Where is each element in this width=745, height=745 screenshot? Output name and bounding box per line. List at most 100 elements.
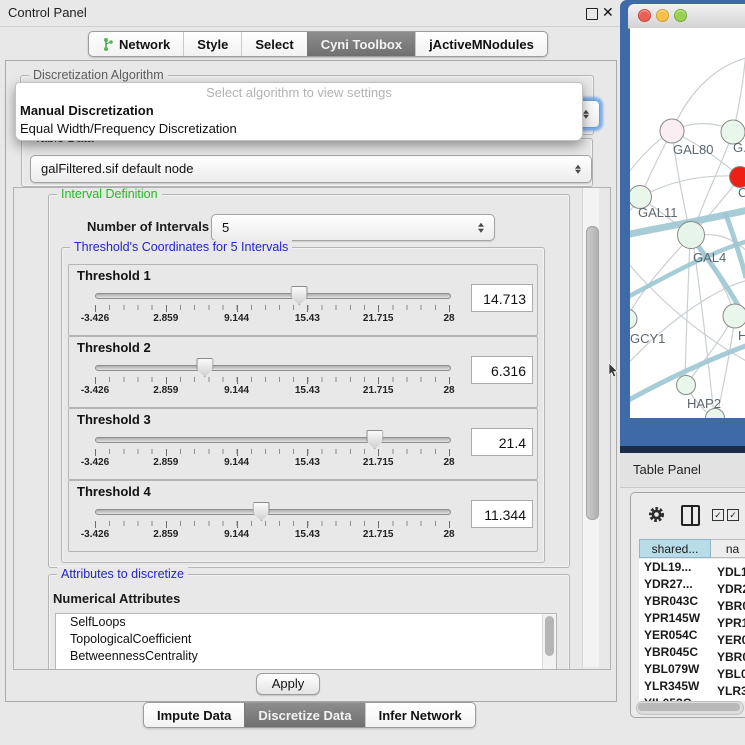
table-panel-title: Table Panel bbox=[633, 462, 701, 477]
popup-hint[interactable]: Select algorithm to view settings bbox=[16, 83, 582, 102]
table-row[interactable]: YDL19...YDL1 bbox=[639, 559, 745, 576]
threshold-label: Threshold 2 bbox=[77, 340, 151, 355]
column-header-shared[interactable]: shared... bbox=[639, 539, 711, 558]
list-scrollbar[interactable] bbox=[542, 614, 556, 670]
slider-track[interactable] bbox=[95, 437, 451, 443]
slider-minor-ticks bbox=[95, 305, 449, 310]
close-traffic-light[interactable] bbox=[638, 9, 651, 22]
slider-track[interactable] bbox=[95, 365, 451, 371]
network-window-titlebar[interactable] bbox=[628, 4, 745, 29]
table-row[interactable]: YER054CYER0 bbox=[639, 627, 745, 644]
node-label: G. bbox=[733, 140, 745, 155]
group-title: Interval Definition bbox=[57, 187, 162, 202]
table-row[interactable]: YBL079WYBL0 bbox=[639, 661, 745, 678]
popup-item-manual-discretization[interactable]: Manual Discretization bbox=[16, 102, 582, 120]
slider-track[interactable] bbox=[95, 509, 451, 515]
table-panel-titlebar: Table Panel bbox=[620, 453, 745, 488]
combo-value: 5 bbox=[222, 220, 229, 235]
threshold-label: Threshold 4 bbox=[77, 484, 151, 499]
numerical-attributes-heading: Numerical Attributes bbox=[53, 591, 180, 606]
control-panel-titlebar: Control Panel ✕ bbox=[0, 0, 620, 27]
tab-impute-data[interactable]: Impute Data bbox=[144, 703, 244, 727]
table-row[interactable]: YLR345WYLR3 bbox=[639, 678, 745, 695]
node-gcy1[interactable] bbox=[630, 309, 637, 329]
apply-button[interactable]: Apply bbox=[256, 673, 320, 695]
node-gal80[interactable] bbox=[660, 119, 684, 143]
top-tab-bar: Network Style Select Cyni Toolbox jActiv… bbox=[88, 31, 548, 57]
combo-arrows-icon bbox=[575, 163, 582, 176]
table-row[interactable]: YBR045CYBR0 bbox=[639, 644, 745, 661]
tab-jactivemnodules[interactable]: jActiveMNodules bbox=[415, 32, 547, 56]
group-title: Discretization Algorithm bbox=[29, 68, 168, 83]
list-item[interactable]: BetweennessCentrality bbox=[56, 648, 556, 665]
slider-minor-ticks bbox=[95, 377, 449, 382]
minimize-traffic-light[interactable] bbox=[656, 9, 669, 22]
tab-label: Style bbox=[197, 37, 228, 52]
tab-network[interactable]: Network bbox=[89, 32, 183, 56]
slider-thumb[interactable] bbox=[291, 286, 308, 305]
tab-select[interactable]: Select bbox=[241, 32, 306, 56]
slider-thumb[interactable] bbox=[366, 430, 383, 449]
tab-label: Select bbox=[255, 37, 293, 52]
threshold-slider[interactable]: -3.426 2.859 9.144 15.43 21.715 28 bbox=[95, 355, 449, 403]
popup-item-equal-width[interactable]: Equal Width/Frequency Discretization bbox=[16, 120, 582, 138]
tab-cyni-toolbox[interactable]: Cyni Toolbox bbox=[307, 32, 415, 56]
threshold-value-field[interactable]: 14.713 bbox=[471, 284, 533, 312]
float-window-icon[interactable] bbox=[586, 8, 598, 20]
close-panel-icon[interactable]: ✕ bbox=[602, 4, 614, 21]
threshold-panel: Threshold 4 -3.426 2.859 9.144 bbox=[68, 480, 538, 552]
table-data-combobox[interactable]: galFiltered.sif default node bbox=[30, 155, 592, 183]
threshold-value-field[interactable]: 6.316 bbox=[471, 356, 533, 384]
network-nodes[interactable] bbox=[630, 119, 745, 418]
threshold-panel: Threshold 3 -3.426 2.859 9.144 bbox=[68, 408, 538, 480]
gear-icon[interactable] bbox=[648, 506, 665, 523]
column-layout-icon[interactable] bbox=[681, 505, 700, 526]
scrollbar-thumb[interactable] bbox=[638, 703, 740, 711]
slider-thumb[interactable] bbox=[253, 502, 270, 521]
threshold-label: Threshold 1 bbox=[77, 268, 151, 283]
algorithm-dropdown-popup: Select algorithm to view settings Manual… bbox=[15, 82, 583, 141]
tab-discretize-data[interactable]: Discretize Data bbox=[244, 703, 364, 727]
node-label: HAP2 bbox=[687, 396, 721, 411]
node-hap2[interactable] bbox=[677, 376, 696, 395]
table-row[interactable]: YDR27...YDR2 bbox=[639, 576, 745, 593]
network-canvas[interactable]: GAL80 G. C GAL11 GAL4 GCY1 H HAP2 bbox=[630, 28, 745, 418]
node-partial-right[interactable] bbox=[723, 304, 745, 328]
threshold-slider[interactable]: -3.426 2.859 9.144 15.43 21.715 28 bbox=[95, 427, 449, 475]
network-icon bbox=[102, 37, 114, 52]
tab-style[interactable]: Style bbox=[183, 32, 241, 56]
cyni-toolbox-panel: Discretization Algorithm Select algorith… bbox=[5, 60, 617, 702]
table-panel-frame: ✓ ✓ shared... na YDL19...YDL1 YDR27...YD… bbox=[630, 492, 745, 718]
tab-infer-network[interactable]: Infer Network bbox=[365, 703, 475, 727]
number-of-intervals-combobox[interactable]: 5 bbox=[211, 214, 495, 241]
column-header-name[interactable]: na bbox=[711, 539, 745, 558]
zoom-traffic-light[interactable] bbox=[674, 9, 687, 22]
node-label: H bbox=[738, 328, 745, 343]
table-body: YDL19...YDL1 YDR27...YDR2 YBR043CYBR0 YP… bbox=[639, 559, 745, 701]
node-label: GAL4 bbox=[693, 250, 726, 265]
threshold-slider[interactable]: -3.426 2.859 9.144 15.43 21.715 28 bbox=[95, 283, 449, 331]
threshold-value-field[interactable]: 11.344 bbox=[471, 500, 533, 528]
table-row[interactable]: YPR145WYPR1 bbox=[639, 610, 745, 627]
slider-track[interactable] bbox=[95, 293, 451, 299]
threshold-label: Threshold 3 bbox=[77, 412, 151, 427]
panel-scrollbar[interactable] bbox=[582, 188, 599, 667]
group-title: Threshold's Coordinates for 5 Intervals bbox=[70, 240, 292, 255]
threshold-slider[interactable]: -3.426 2.859 9.144 15.43 21.715 28 bbox=[95, 499, 449, 547]
list-item[interactable]: SelfLoops bbox=[56, 614, 556, 631]
checkbox-icon[interactable]: ✓ bbox=[712, 509, 724, 521]
scrollbar-thumb[interactable] bbox=[586, 226, 599, 520]
checkbox-icon[interactable]: ✓ bbox=[727, 509, 739, 521]
scrollbar-thumb[interactable] bbox=[545, 616, 554, 656]
node-label: GAL11 bbox=[638, 205, 678, 220]
slider-thumb[interactable] bbox=[196, 358, 213, 377]
network-graph: GAL80 G. C GAL11 GAL4 GCY1 H HAP2 bbox=[630, 28, 745, 418]
slider-minor-ticks bbox=[95, 521, 449, 526]
threshold-panel: Threshold 2 -3.426 2.859 9.144 bbox=[68, 336, 538, 408]
threshold-value-field[interactable]: 21.4 bbox=[471, 428, 533, 456]
list-item[interactable]: TopologicalCoefficient bbox=[56, 631, 556, 648]
slider-minor-ticks bbox=[95, 449, 449, 454]
node-gal4[interactable] bbox=[678, 222, 705, 249]
horizontal-scrollbar[interactable] bbox=[636, 701, 744, 715]
table-row[interactable]: YBR043CYBR0 bbox=[639, 593, 745, 610]
